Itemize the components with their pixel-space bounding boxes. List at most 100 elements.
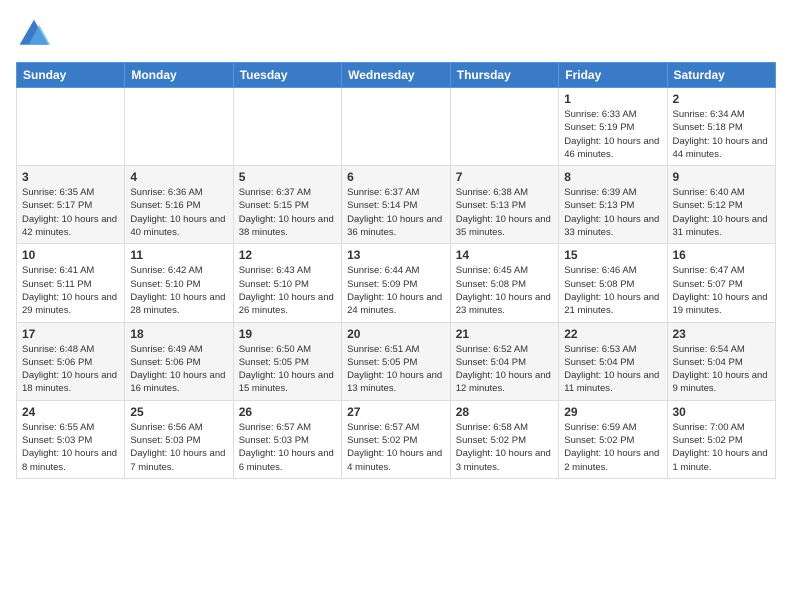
calendar-cell: 14 Sunrise: 6:45 AM Sunset: 5:08 PM Dayli… — [450, 244, 558, 322]
calendar-cell: 9 Sunrise: 6:40 AM Sunset: 5:12 PM Daylig… — [667, 166, 776, 244]
day-info: Sunrise: 6:33 AM Sunset: 5:19 PM Dayligh… — [564, 108, 661, 161]
calendar-cell: 30 Sunrise: 7:00 AM Sunset: 5:02 PM Dayli… — [667, 400, 776, 478]
day-number: 7 — [456, 170, 553, 184]
day-header-monday: Monday — [125, 63, 233, 88]
day-info: Sunrise: 6:35 AM Sunset: 5:17 PM Dayligh… — [22, 186, 119, 239]
calendar-cell: 27 Sunrise: 6:57 AM Sunset: 5:02 PM Dayli… — [342, 400, 451, 478]
calendar-cell: 19 Sunrise: 6:50 AM Sunset: 5:05 PM Dayli… — [233, 322, 341, 400]
day-info: Sunrise: 6:57 AM Sunset: 5:02 PM Dayligh… — [347, 421, 445, 474]
day-info: Sunrise: 6:53 AM Sunset: 5:04 PM Dayligh… — [564, 343, 661, 396]
day-info: Sunrise: 6:48 AM Sunset: 5:06 PM Dayligh… — [22, 343, 119, 396]
day-number: 15 — [564, 248, 661, 262]
day-info: Sunrise: 6:52 AM Sunset: 5:04 PM Dayligh… — [456, 343, 553, 396]
day-number: 3 — [22, 170, 119, 184]
day-info: Sunrise: 6:44 AM Sunset: 5:09 PM Dayligh… — [347, 264, 445, 317]
calendar-week-2: 3 Sunrise: 6:35 AM Sunset: 5:17 PM Daylig… — [17, 166, 776, 244]
page-header — [16, 16, 776, 52]
calendar-cell: 11Sunrise: 6:42 AM Sunset: 5:10 PM Dayli… — [125, 244, 233, 322]
logo — [16, 16, 58, 52]
calendar-cell: 1 Sunrise: 6:33 AM Sunset: 5:19 PM Daylig… — [559, 88, 667, 166]
calendar-cell: 15 Sunrise: 6:46 AM Sunset: 5:08 PM Dayli… — [559, 244, 667, 322]
day-info: Sunrise: 6:34 AM Sunset: 5:18 PM Dayligh… — [673, 108, 771, 161]
day-header-saturday: Saturday — [667, 63, 776, 88]
calendar-cell — [233, 88, 341, 166]
calendar-cell: 6 Sunrise: 6:37 AM Sunset: 5:14 PM Daylig… — [342, 166, 451, 244]
calendar-cell: 13 Sunrise: 6:44 AM Sunset: 5:09 PM Dayli… — [342, 244, 451, 322]
calendar-week-1: 1 Sunrise: 6:33 AM Sunset: 5:19 PM Daylig… — [17, 88, 776, 166]
day-info: Sunrise: 6:40 AM Sunset: 5:12 PM Dayligh… — [673, 186, 771, 239]
day-number: 29 — [564, 405, 661, 419]
day-info: Sunrise: 6:36 AM Sunset: 5:16 PM Dayligh… — [130, 186, 227, 239]
day-header-sunday: Sunday — [17, 63, 125, 88]
day-info: Sunrise: 6:38 AM Sunset: 5:13 PM Dayligh… — [456, 186, 553, 239]
day-info: Sunrise: 6:46 AM Sunset: 5:08 PM Dayligh… — [564, 264, 661, 317]
day-info: Sunrise: 6:54 AM Sunset: 5:04 PM Dayligh… — [673, 343, 771, 396]
day-info: Sunrise: 6:49 AM Sunset: 5:06 PM Dayligh… — [130, 343, 227, 396]
calendar-cell: 29 Sunrise: 6:59 AM Sunset: 5:02 PM Dayli… — [559, 400, 667, 478]
day-number: 11 — [130, 248, 227, 262]
day-info: Sunrise: 6:51 AM Sunset: 5:05 PM Dayligh… — [347, 343, 445, 396]
day-info: Sunrise: 6:56 AM Sunset: 5:03 PM Dayligh… — [130, 421, 227, 474]
day-info: Sunrise: 6:43 AM Sunset: 5:10 PM Dayligh… — [239, 264, 336, 317]
day-number: 6 — [347, 170, 445, 184]
day-info: Sunrise: 6:45 AM Sunset: 5:08 PM Dayligh… — [456, 264, 553, 317]
day-number: 13 — [347, 248, 445, 262]
day-info: Sunrise: 6:37 AM Sunset: 5:15 PM Dayligh… — [239, 186, 336, 239]
calendar-cell: 12 Sunrise: 6:43 AM Sunset: 5:10 PM Dayli… — [233, 244, 341, 322]
day-info: Sunrise: 6:55 AM Sunset: 5:03 PM Dayligh… — [22, 421, 119, 474]
calendar: SundayMondayTuesdayWednesdayThursdayFrid… — [16, 62, 776, 479]
day-info: Sunrise: 6:59 AM Sunset: 5:02 PM Dayligh… — [564, 421, 661, 474]
calendar-header-row: SundayMondayTuesdayWednesdayThursdayFrid… — [17, 63, 776, 88]
day-info: Sunrise: 7:00 AM Sunset: 5:02 PM Dayligh… — [673, 421, 771, 474]
calendar-cell: 17 Sunrise: 6:48 AM Sunset: 5:06 PM Dayli… — [17, 322, 125, 400]
day-info: Sunrise: 6:58 AM Sunset: 5:02 PM Dayligh… — [456, 421, 553, 474]
logo-icon — [16, 16, 52, 52]
calendar-cell: 16 Sunrise: 6:47 AM Sunset: 5:07 PM Dayli… — [667, 244, 776, 322]
day-number: 10 — [22, 248, 119, 262]
calendar-cell: 2 Sunrise: 6:34 AM Sunset: 5:18 PM Daylig… — [667, 88, 776, 166]
calendar-cell: 18 Sunrise: 6:49 AM Sunset: 5:06 PM Dayli… — [125, 322, 233, 400]
day-number: 12 — [239, 248, 336, 262]
day-number: 26 — [239, 405, 336, 419]
day-info: Sunrise: 6:57 AM Sunset: 5:03 PM Dayligh… — [239, 421, 336, 474]
day-number: 22 — [564, 327, 661, 341]
day-number: 17 — [22, 327, 119, 341]
calendar-cell — [342, 88, 451, 166]
calendar-cell: 22 Sunrise: 6:53 AM Sunset: 5:04 PM Dayli… — [559, 322, 667, 400]
calendar-week-4: 17 Sunrise: 6:48 AM Sunset: 5:06 PM Dayli… — [17, 322, 776, 400]
calendar-cell: 26 Sunrise: 6:57 AM Sunset: 5:03 PM Dayli… — [233, 400, 341, 478]
day-number: 2 — [673, 92, 771, 106]
day-number: 24 — [22, 405, 119, 419]
day-info: Sunrise: 6:50 AM Sunset: 5:05 PM Dayligh… — [239, 343, 336, 396]
day-number: 30 — [673, 405, 771, 419]
day-number: 25 — [130, 405, 227, 419]
calendar-cell: 4 Sunrise: 6:36 AM Sunset: 5:16 PM Daylig… — [125, 166, 233, 244]
day-number: 9 — [673, 170, 771, 184]
day-number: 28 — [456, 405, 553, 419]
calendar-cell: 21Sunrise: 6:52 AM Sunset: 5:04 PM Dayli… — [450, 322, 558, 400]
day-number: 14 — [456, 248, 553, 262]
calendar-cell: 10 Sunrise: 6:41 AM Sunset: 5:11 PM Dayli… — [17, 244, 125, 322]
calendar-cell: 28 Sunrise: 6:58 AM Sunset: 5:02 PM Dayli… — [450, 400, 558, 478]
day-number: 4 — [130, 170, 227, 184]
day-info: Sunrise: 6:37 AM Sunset: 5:14 PM Dayligh… — [347, 186, 445, 239]
day-number: 1 — [564, 92, 661, 106]
day-number: 19 — [239, 327, 336, 341]
day-info: Sunrise: 6:39 AM Sunset: 5:13 PM Dayligh… — [564, 186, 661, 239]
day-number: 18 — [130, 327, 227, 341]
calendar-cell: 7 Sunrise: 6:38 AM Sunset: 5:13 PM Daylig… — [450, 166, 558, 244]
day-number: 8 — [564, 170, 661, 184]
day-number: 27 — [347, 405, 445, 419]
day-info: Sunrise: 6:47 AM Sunset: 5:07 PM Dayligh… — [673, 264, 771, 317]
day-info: Sunrise: 6:41 AM Sunset: 5:11 PM Dayligh… — [22, 264, 119, 317]
calendar-cell: 20Sunrise: 6:51 AM Sunset: 5:05 PM Dayli… — [342, 322, 451, 400]
day-number: 16 — [673, 248, 771, 262]
calendar-cell — [125, 88, 233, 166]
day-number: 23 — [673, 327, 771, 341]
day-header-friday: Friday — [559, 63, 667, 88]
day-header-thursday: Thursday — [450, 63, 558, 88]
calendar-cell — [450, 88, 558, 166]
calendar-week-5: 24 Sunrise: 6:55 AM Sunset: 5:03 PM Dayli… — [17, 400, 776, 478]
day-header-tuesday: Tuesday — [233, 63, 341, 88]
calendar-cell — [17, 88, 125, 166]
